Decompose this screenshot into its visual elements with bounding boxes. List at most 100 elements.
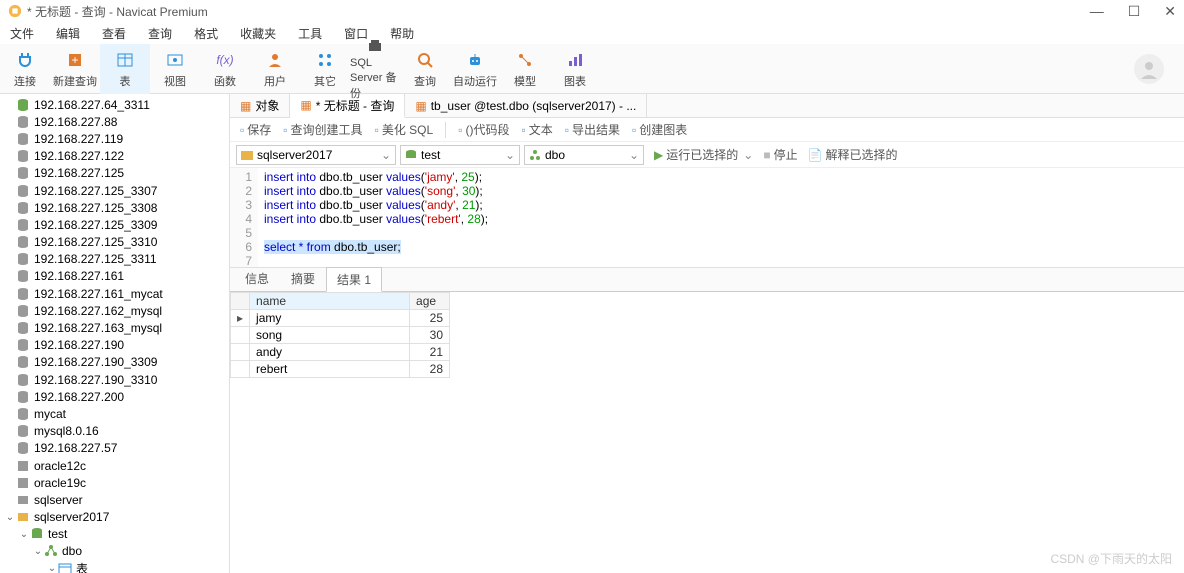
toolbar-user-button[interactable]: 用户 [250,44,300,94]
menu-格式[interactable]: 格式 [194,25,218,42]
menubar: 文件编辑查看查询格式收藏夹工具窗口帮助 [0,22,1184,44]
tree-node[interactable]: 192.168.227.64_3311 [0,96,229,113]
tree-node[interactable]: oracle12c [0,457,229,474]
tree-node[interactable]: 192.168.227.162_mysql [0,302,229,319]
tree-node[interactable]: 192.168.227.161_mycat [0,285,229,302]
qbar-chart-button[interactable]: ▫创建图表 [632,121,687,138]
tab[interactable]: ▦tb_user @test.dbo (sqlserver2017) - ... [405,94,647,118]
toolbar-model-button[interactable]: 模型 [500,44,550,94]
tree-node[interactable]: ⌄dbo [0,543,229,560]
menu-编辑[interactable]: 编辑 [56,25,80,42]
menu-文件[interactable]: 文件 [10,25,34,42]
qbar-beautify-button[interactable]: ▫美化 SQL [375,121,434,138]
tree-label: 192.168.227.125_3309 [34,218,157,232]
tree-node[interactable]: 192.168.227.161 [0,268,229,285]
database-combo[interactable]: test⌄ [400,145,520,165]
tree-node[interactable]: 192.168.227.190 [0,337,229,354]
toolbar-fx-button[interactable]: f(x)函数 [200,44,250,94]
tree-node[interactable]: 192.168.227.125_3310 [0,234,229,251]
menu-查询[interactable]: 查询 [148,25,172,42]
tree-node[interactable]: mycat [0,405,229,422]
toolbar-plug-button[interactable]: 连接 [0,44,50,94]
result-tab[interactable]: 结果 1 [326,267,382,292]
toolbar-table-button[interactable]: 表 [100,44,150,94]
toolbar-chart-button[interactable]: 图表 [550,44,600,94]
table-row[interactable]: ▸jamy25 [231,310,450,327]
tree-label: 192.168.227.200 [34,390,124,404]
close-button[interactable]: ✕ [1164,3,1176,20]
menu-工具[interactable]: 工具 [298,25,322,42]
result-grid[interactable]: nameage▸jamy25song30andy21rebert28 [230,292,1184,378]
sql-editor[interactable]: 1234567 insert into dbo.tb_user values('… [230,168,1184,268]
explain-button[interactable]: 📄解释已选择的 [808,146,898,163]
minimize-button[interactable]: — [1090,3,1104,20]
tree-node[interactable]: 192.168.227.125_3308 [0,199,229,216]
toolbar-view-button[interactable]: 视图 [150,44,200,94]
toolbar-robot-button[interactable]: 自动运行 [450,44,500,94]
tab[interactable]: ▦对象 [230,94,290,118]
toolbar-misc-button[interactable]: 其它 [300,44,350,94]
menu-帮助[interactable]: 帮助 [390,25,414,42]
db-icon [16,201,30,215]
qbar-save-button[interactable]: ▫保存 [240,121,271,138]
tree-node[interactable]: 192.168.227.163_mysql [0,319,229,336]
tree-node[interactable]: 192.168.227.57 [0,440,229,457]
connection-combo[interactable]: sqlserver2017⌄ [236,145,396,165]
table-row[interactable]: song30 [231,327,450,344]
query-icon: ▦ [300,98,311,112]
stop-button[interactable]: ■停止 [763,146,797,163]
db-icon [16,98,30,112]
user-avatar-icon[interactable] [1134,54,1164,84]
toolbar-query-button[interactable]: 查询 [400,44,450,94]
tree-node[interactable]: ⌄表 [0,560,229,573]
toolbar-newq-button[interactable]: +新建查询 [50,44,100,94]
qbar-text-button[interactable]: ▫文本 [521,121,552,138]
table-row[interactable]: rebert28 [231,361,450,378]
qbar-tool-button[interactable]: ▫查询创建工具 [283,121,362,138]
obj-icon: ▦ [240,99,251,113]
db-icon [16,287,30,301]
result-tab[interactable]: 摘要 [280,266,326,291]
backup-icon [364,37,386,55]
beautify-icon: ▫ [375,123,379,137]
tree-label: 192.168.227.125_3307 [34,184,157,198]
chart-icon [564,49,586,71]
tree-node[interactable]: 192.168.227.125 [0,165,229,182]
menu-收藏夹[interactable]: 收藏夹 [240,25,276,42]
user-icon [264,49,286,71]
tree-node[interactable]: 192.168.227.190_3309 [0,354,229,371]
context-bar: sqlserver2017⌄ test⌄ dbo⌄ ▶运行已选择的⌄ ■停止 📄… [230,142,1184,168]
tree-node[interactable]: 192.168.227.125_3307 [0,182,229,199]
toolbar-backup-button[interactable]: SQL Server 备份 [350,44,400,94]
db-icon [16,424,30,438]
maximize-button[interactable]: ☐ [1128,3,1141,20]
app-logo-icon [8,4,22,18]
menu-查看[interactable]: 查看 [102,25,126,42]
code-area[interactable]: insert into dbo.tb_user values('jamy', 2… [258,168,1184,267]
folder-icon [241,149,253,161]
tree-node[interactable]: 192.168.227.88 [0,113,229,130]
tree-node[interactable]: mysql8.0.16 [0,423,229,440]
tree-node[interactable]: oracle19c [0,474,229,491]
tree-node[interactable]: 192.168.227.190_3310 [0,371,229,388]
column-header[interactable]: age [410,293,450,310]
tree-node[interactable]: ⌄test [0,526,229,543]
fx-icon: f(x) [214,49,236,71]
tree-node[interactable]: sqlserver [0,491,229,508]
table-row[interactable]: andy21 [231,344,450,361]
tree-node[interactable]: 192.168.227.119 [0,130,229,147]
result-tab[interactable]: 信息 [234,266,280,291]
schema-combo[interactable]: dbo⌄ [524,145,644,165]
tree-node[interactable]: 192.168.227.200 [0,388,229,405]
tree-node[interactable]: 192.168.227.125_3309 [0,216,229,233]
table-icon [114,49,136,71]
connection-tree[interactable]: 192.168.227.64_3311192.168.227.88192.168… [0,94,230,573]
qbar-export-button[interactable]: ▫导出结果 [565,121,620,138]
column-header[interactable]: name [250,293,410,310]
tree-node[interactable]: 192.168.227.122 [0,148,229,165]
tree-node[interactable]: 192.168.227.125_3311 [0,251,229,268]
dbg-icon [30,527,44,541]
tree-node[interactable]: ⌄sqlserver2017 [0,509,229,526]
run-selected-button[interactable]: ▶运行已选择的⌄ [654,146,753,163]
qbar-snippet-button[interactable]: ▫()代码段 [458,121,509,138]
